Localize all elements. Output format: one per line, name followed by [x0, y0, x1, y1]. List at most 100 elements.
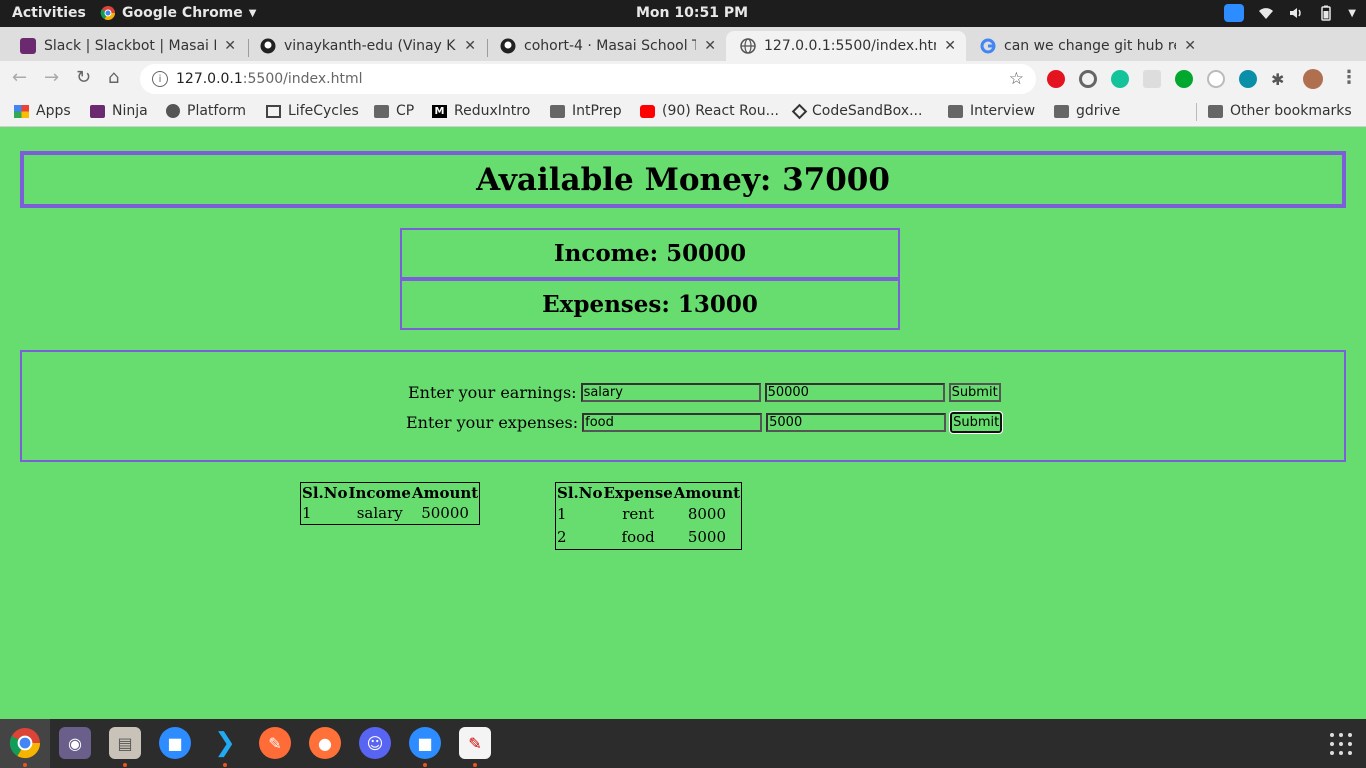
- table-cell: rent: [622, 505, 654, 523]
- bookmark-other[interactable]: Other bookmarks: [1208, 103, 1352, 119]
- zoom-icon[interactable]: ■: [159, 727, 191, 759]
- bookmarks-bar: Apps Ninja Platform LifeCycles CP M Redu…: [0, 97, 1366, 127]
- globe-icon: [166, 104, 180, 118]
- back-arrow-icon[interactable]: ←: [12, 67, 27, 88]
- menu-kebab-icon[interactable]: ⋮: [1340, 67, 1358, 88]
- bookmark-react-router[interactable]: (90) React Rou...: [640, 103, 779, 119]
- vscode-icon[interactable]: ❯: [209, 727, 241, 759]
- expenses-name-input[interactable]: [582, 413, 763, 432]
- bookmark-reduxintro[interactable]: M ReduxIntro: [432, 103, 530, 119]
- bookmark-lifecycles[interactable]: LifeCycles: [266, 103, 359, 119]
- bookmark-gdrive[interactable]: gdrive: [1054, 103, 1120, 119]
- earnings-submit-button[interactable]: Submit: [948, 383, 1001, 402]
- system-top-bar: Activities Google Chrome ▼ Mon 10:51 PM …: [0, 0, 1366, 27]
- bookmark-interview[interactable]: Interview: [948, 103, 1035, 119]
- table-header-row: Sl.No Expense Amount: [557, 484, 740, 502]
- app-menu[interactable]: Google Chrome ▼: [100, 5, 256, 21]
- zoom-tray-icon[interactable]: [1224, 4, 1245, 22]
- bookmark-label: IntPrep: [572, 103, 622, 119]
- tab-google-search[interactable]: can we change git hub rep ✕: [966, 31, 1206, 61]
- table-row: 1 rent 8000: [557, 503, 740, 525]
- earnings-name-input[interactable]: [580, 383, 761, 402]
- earnings-amount-input[interactable]: [764, 383, 945, 402]
- tab-github-cohort[interactable]: cohort-4 · Masai School Te ✕: [486, 31, 726, 61]
- bookmark-ninja[interactable]: Ninja: [90, 103, 148, 119]
- activities-button[interactable]: Activities: [12, 5, 86, 21]
- firefox-icon[interactable]: ●: [309, 727, 341, 759]
- close-icon[interactable]: ✕: [464, 38, 476, 54]
- tab-slack[interactable]: Slack | Slackbot | Masai Ni ✕: [6, 31, 246, 61]
- close-icon[interactable]: ✕: [1184, 38, 1196, 54]
- bookmark-intprep[interactable]: IntPrep: [550, 103, 622, 119]
- expenses-amount-input[interactable]: [766, 413, 947, 432]
- chevron-down-icon[interactable]: ▼: [1348, 8, 1356, 19]
- evernote-extension-icon[interactable]: [1175, 70, 1193, 88]
- expenses-label: Enter your expenses:: [406, 413, 579, 432]
- chrome-icon: [100, 6, 115, 20]
- github-icon: [260, 38, 276, 54]
- show-applications-icon[interactable]: [1330, 733, 1352, 755]
- discord-icon[interactable]: ☺: [359, 727, 391, 759]
- column-header: Sl.No: [557, 484, 603, 502]
- tab-label: Slack | Slackbot | Masai Ni: [44, 38, 217, 54]
- available-money-heading: Available Money: 37000: [20, 151, 1346, 208]
- adblock-extension-icon[interactable]: [1047, 70, 1065, 88]
- chrome-icon[interactable]: [9, 727, 41, 759]
- tab-github-profile[interactable]: vinaykanth-edu (Vinay Ka ✕: [246, 31, 486, 61]
- volume-icon[interactable]: [1288, 5, 1304, 21]
- zoom-alt-icon[interactable]: ■: [409, 727, 441, 759]
- close-icon[interactable]: ✕: [944, 38, 956, 54]
- earnings-label: Enter your earnings:: [408, 383, 577, 402]
- folder-icon: [1208, 104, 1223, 118]
- table-row: 2 food 5000: [557, 526, 740, 548]
- wifi-icon[interactable]: [1258, 5, 1274, 21]
- avatar[interactable]: [1303, 69, 1323, 89]
- system-tray[interactable]: ▼: [1224, 4, 1356, 22]
- table-cell: 1: [302, 504, 312, 522]
- tab-localhost[interactable]: 127.0.0.1:5500/index.html ✕: [726, 31, 966, 61]
- file-manager-icon[interactable]: ▤: [109, 727, 141, 759]
- text-editor-icon[interactable]: ✎: [459, 727, 491, 759]
- bookmark-apps[interactable]: Apps: [14, 103, 71, 119]
- settings-extension-icon[interactable]: [1079, 70, 1097, 88]
- globe-icon: [740, 38, 756, 54]
- close-icon[interactable]: ✕: [704, 38, 716, 54]
- bookmark-codesandbox[interactable]: CodeSandBox...: [791, 103, 922, 119]
- entry-form-panel: Enter your earnings: Submit Enter your e…: [20, 350, 1346, 462]
- postman-icon[interactable]: ✎: [259, 727, 291, 759]
- page-content: Available Money: 37000 Income: 50000 Exp…: [0, 128, 1366, 718]
- expenses-submit-button[interactable]: Submit: [949, 411, 1004, 434]
- app-menu-label: Google Chrome: [122, 5, 243, 21]
- extension-icon[interactable]: [1143, 70, 1161, 88]
- home-icon[interactable]: ⌂: [108, 67, 119, 88]
- grammarly-extension-icon[interactable]: [1111, 70, 1129, 88]
- battery-icon[interactable]: [1318, 5, 1334, 21]
- clock[interactable]: Mon 10:51 PM: [636, 5, 748, 21]
- bookmark-label: Ninja: [112, 103, 148, 119]
- bookmark-label: gdrive: [1076, 103, 1121, 119]
- reload-icon[interactable]: ↻: [76, 67, 91, 88]
- table-cell: food: [621, 528, 655, 546]
- close-icon[interactable]: ✕: [224, 38, 236, 54]
- puzzle-extensions-icon[interactable]: ✱: [1271, 70, 1289, 89]
- bookmark-cp[interactable]: CP: [374, 103, 414, 119]
- table-row: 1 salary 50000: [302, 503, 478, 523]
- slack-icon: [20, 38, 36, 54]
- timer-extension-icon[interactable]: [1207, 70, 1225, 88]
- forward-arrow-icon[interactable]: →: [44, 67, 59, 88]
- url-path: :5500/index.html: [242, 71, 363, 87]
- tab-strip: Slack | Slackbot | Masai Ni ✕ vinaykanth…: [0, 27, 1366, 83]
- address-bar[interactable]: i 127.0.0.1:5500/index.html ☆: [140, 64, 1036, 94]
- column-header: Expense: [603, 484, 673, 502]
- bookmark-star-icon[interactable]: ☆: [1009, 69, 1024, 89]
- record-extension-icon[interactable]: [1239, 70, 1257, 88]
- dock: ◉ ▤ ■ ❯ ✎ ● ☺ ■ ✎: [0, 719, 1366, 768]
- column-header: Amount: [411, 484, 479, 502]
- bookmark-label: Platform: [187, 103, 247, 119]
- bookmark-platform[interactable]: Platform: [166, 103, 246, 119]
- running-indicator: [473, 763, 477, 767]
- codesandbox-icon: [791, 103, 808, 119]
- github-icon: [500, 38, 516, 54]
- site-info-icon[interactable]: i: [152, 71, 168, 87]
- screenshot-tool-icon[interactable]: ◉: [59, 727, 91, 759]
